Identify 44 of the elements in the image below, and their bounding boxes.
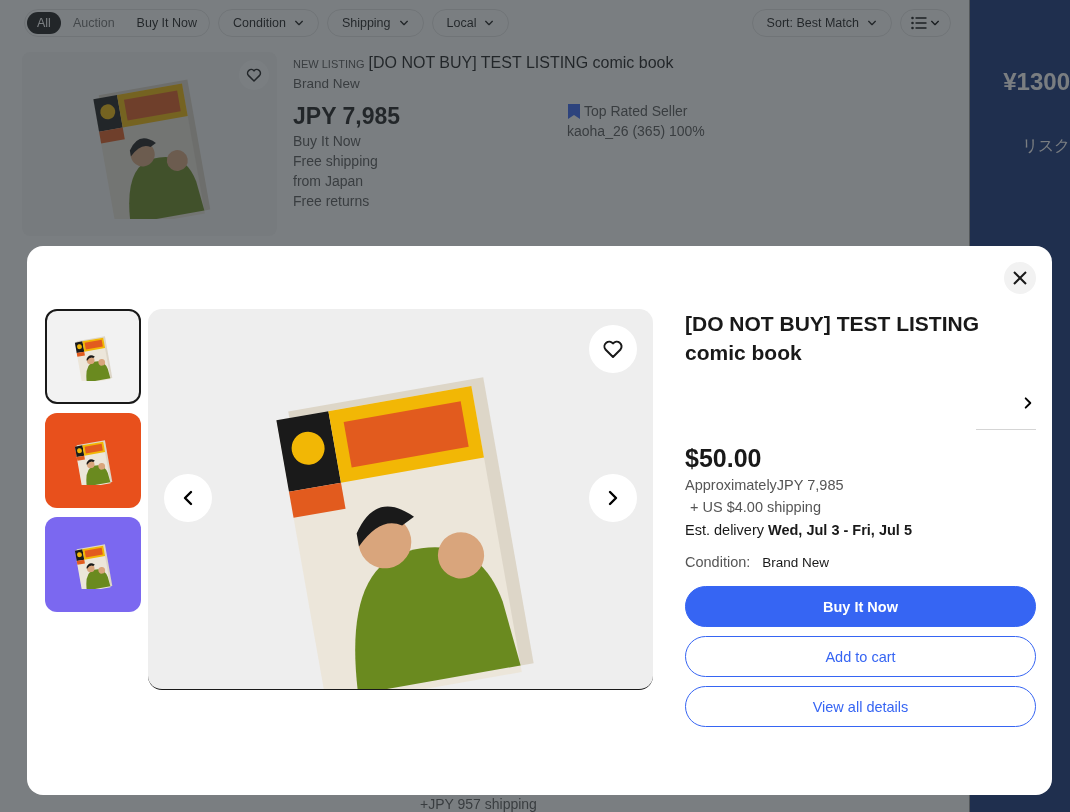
filter-dropdown[interactable]: Condition [218,9,319,37]
close-button[interactable] [1004,262,1036,294]
close-icon [1013,271,1027,285]
condition-label: Condition: [685,554,751,570]
chevron-down-icon [867,18,877,28]
estimated-delivery: Est. delivery Wed, Jul 3 - Fri, Jul 5 [685,522,913,538]
image-thumbnail[interactable] [45,309,141,404]
buying-format: Buy It Now [293,132,362,151]
view-toggle-button[interactable] [900,9,951,37]
condition-value: Brand New [762,555,830,570]
listing-condition: Brand New [293,76,361,91]
origin-text: from Japan [293,172,365,191]
item-title: [DO NOT BUY] TEST LISTING comic book [685,311,980,366]
filter-tab[interactable]: Buy It Now [126,12,208,34]
converted-price: ApproximatelyJPY 7,985 [685,477,845,493]
listing-title[interactable]: [DO NOT BUY] TEST LISTING comic book [368,54,674,72]
returns-text: Free returns [293,192,371,211]
heart-icon [245,66,263,84]
seller-info: kaoha_26 (365) 100% [567,122,705,141]
favorite-button[interactable] [589,325,637,373]
buy-button[interactable]: Buy It Now [685,586,1036,627]
image-thumbnail[interactable] [45,517,141,612]
ad-text: ¥1300 [1003,68,1070,96]
shipping-cost: + US $4.00 shipping [689,499,822,515]
shipping-text: Free shipping [293,152,379,171]
action-button[interactable]: Add to cart [685,636,1036,677]
top-rated-seller-label: Top Rated Seller [584,102,688,121]
listing-price: JPY 7,985 [293,102,401,131]
item-price: $50.00 [685,444,763,473]
chevron-down-icon [930,18,940,28]
shipping-text: +JPY 957 shipping [420,796,537,812]
filter-dropdown[interactable]: Local [431,9,510,37]
list-icon [911,16,927,30]
ad-text: リスク [1022,136,1070,156]
ribbon-badge-icon [567,103,581,119]
chevron-down-icon [293,18,304,28]
chevron-down-icon [484,18,495,28]
action-button[interactable]: View all details [685,686,1036,727]
chevron-down-icon [398,18,409,28]
filter-tab[interactable]: All [27,12,61,34]
new-listing-label: NEW LISTING [293,58,365,70]
image-thumbnail[interactable] [45,413,141,508]
filter-dropdown[interactable]: Shipping [326,9,424,37]
sort-dropdown[interactable]: Sort: Best Match [751,9,892,37]
